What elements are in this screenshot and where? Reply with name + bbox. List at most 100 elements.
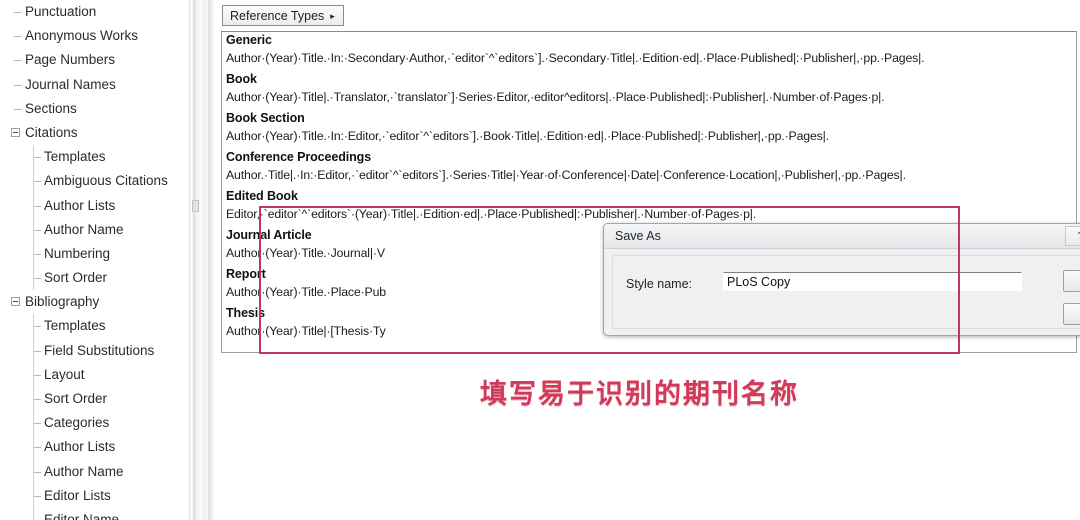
dialog-titlebar: Save As ? ✕	[604, 224, 1080, 249]
sidebar-item-citations[interactable]: Citations	[0, 121, 186, 145]
tree-branch-icon	[33, 253, 41, 255]
tree-branch-icon	[33, 423, 41, 425]
tree-branch-icon	[33, 205, 41, 207]
sidebar-item-author-lists[interactable]: Author Lists	[0, 435, 186, 460]
tree-branch-icon	[33, 229, 41, 231]
reference-types-label: Reference Types	[230, 9, 325, 23]
sidebar-item-label: Templates	[44, 318, 106, 334]
sidebar-item-label: Author Lists	[44, 439, 116, 455]
sidebar-item-author-name[interactable]: Author Name	[0, 459, 186, 484]
sidebar-item-sections[interactable]: Sections	[0, 97, 186, 121]
sidebar-item-label: Author Lists	[44, 197, 116, 213]
main-pane: Reference Types ▸ Generic Author·(Year)·Ti…	[218, 0, 1080, 520]
sidebar-item-sort-order[interactable]: Sort Order	[0, 266, 186, 291]
toolbar: Reference Types ▸	[222, 5, 344, 26]
template-entry[interactable]: Book Section Author·(Year)·Title.·In:·Edi…	[222, 110, 1076, 145]
sidebar-item-label: Author Name	[44, 463, 124, 479]
tree-guide-line	[33, 507, 34, 520]
dialog-title: Save As	[615, 229, 661, 243]
tree-guide-line	[33, 362, 34, 387]
sidebar-item-field-substitutions[interactable]: Field Substitutions	[0, 338, 186, 363]
chevron-right-icon: ▸	[330, 11, 335, 21]
template-entry[interactable]: Book Author·(Year)·Title|.·Translator,·`t…	[222, 71, 1076, 106]
template-name: Conference Proceedings	[226, 150, 372, 164]
tree-guide-line	[33, 338, 34, 363]
sidebar-splitter-scrollbar[interactable]	[186, 0, 218, 520]
tree-branch-icon	[33, 374, 41, 376]
tree-guide-line	[33, 217, 34, 242]
template-definition: Editor,·`editor`^`editors`·(Year)·Title|…	[226, 207, 757, 221]
sidebar-item-ambiguous-citations[interactable]: Ambiguous Citations	[0, 169, 186, 194]
style-name-label: Style name:	[626, 277, 693, 291]
sidebar-item-journal-names[interactable]: Journal Names	[0, 73, 186, 97]
tree-branch-icon	[33, 157, 41, 159]
template-definition: Author.·Title|.·In:·Editor,·`editor`^`ed…	[226, 168, 906, 182]
dialog-body: Style name: Save Cancel	[604, 249, 1080, 337]
sidebar-item-page-numbers[interactable]: Page Numbers	[0, 48, 186, 72]
template-definition: Author·(Year)·Title.·In:·Secondary·Autho…	[226, 51, 925, 65]
tree-branch-icon	[33, 181, 41, 183]
cancel-button[interactable]: Cancel	[1063, 303, 1080, 325]
template-name: Book	[226, 72, 257, 86]
sidebar-item-layout[interactable]: Layout	[0, 362, 186, 387]
settings-tree-sidebar[interactable]: Punctuation Anonymous Works Page Numbers Jo…	[0, 0, 186, 520]
sidebar-item-label: Editor Lists	[44, 487, 111, 503]
template-definition: Author·(Year)·Title|.·Translator,·`trans…	[226, 90, 885, 104]
sidebar-item-anonymous-works[interactable]: Anonymous Works	[0, 24, 186, 48]
sidebar-item-bibliography[interactable]: Bibliography	[0, 290, 186, 314]
scrollbar-thumb[interactable]	[192, 200, 199, 212]
save-button[interactable]: Save	[1063, 270, 1080, 292]
tree-guide-line	[33, 411, 34, 436]
tree-guide-line	[33, 145, 34, 170]
template-entry[interactable]: Generic Author·(Year)·Title.·In:·Secondar…	[222, 32, 1076, 67]
template-definition: Author·(Year)·Title.·In:·Editor,·`editor…	[226, 129, 829, 143]
sidebar-item-label: Categories	[44, 415, 110, 431]
sidebar-item-author-name[interactable]: Author Name	[0, 217, 186, 242]
sidebar-item-templates[interactable]: Templates	[0, 145, 186, 170]
tree-collapse-icon[interactable]	[11, 127, 20, 137]
sidebar-item-editor-lists[interactable]: Editor Lists	[0, 483, 186, 508]
reference-types-button[interactable]: Reference Types ▸	[222, 5, 344, 26]
sidebar-item-label: Citations	[25, 124, 78, 140]
sidebar-item-label: Templates	[44, 149, 106, 165]
sidebar-item-label: Author Name	[44, 221, 124, 237]
tree-guide-line	[33, 459, 34, 484]
sidebar-item-punctuation[interactable]: Punctuation	[0, 0, 186, 24]
help-icon[interactable]: ?	[1065, 226, 1080, 246]
tree-branch-icon	[14, 12, 22, 13]
sidebar-item-label: Anonymous Works	[25, 28, 139, 44]
template-name: Generic	[226, 33, 272, 47]
tree-branch-icon	[14, 60, 22, 62]
sidebar-item-label: Layout	[44, 366, 85, 382]
tree-guide-line	[33, 266, 34, 291]
tree-branch-icon	[33, 326, 41, 328]
sidebar-item-label: Punctuation	[25, 4, 97, 19]
template-name: Edited Book	[226, 189, 298, 203]
tree-guide-line	[33, 387, 34, 412]
tree-collapse-icon[interactable]	[11, 297, 20, 307]
tree-branch-icon	[33, 471, 41, 473]
tree-guide-line	[33, 483, 34, 508]
tree-branch-icon	[14, 36, 22, 38]
tree-guide-line	[33, 314, 34, 339]
template-entry[interactable]: Conference Proceedings Author.·Title|.·In…	[222, 149, 1076, 184]
sidebar-item-label: Page Numbers	[25, 52, 116, 68]
sidebar-item-categories[interactable]: Categories	[0, 411, 186, 436]
tree-branch-icon	[14, 108, 22, 110]
tree-branch-icon	[33, 350, 41, 352]
tree-guide-line	[33, 193, 34, 218]
sidebar-item-label: Sort Order	[44, 270, 108, 286]
tree-branch-icon	[33, 495, 41, 497]
sidebar-item-editor-name[interactable]: Editor Name	[0, 507, 186, 520]
style-name-input[interactable]	[723, 272, 1022, 291]
template-entry[interactable]: Edited Book Editor,·`editor`^`editors`·(Y…	[222, 188, 1076, 223]
sidebar-item-sort-order[interactable]: Sort Order	[0, 387, 186, 412]
sidebar-item-label: Sections	[25, 100, 77, 116]
save-as-dialog: Save As ? ✕ Style name: Save Cancel	[603, 223, 1080, 336]
sidebar-item-author-lists[interactable]: Author Lists	[0, 193, 186, 218]
sidebar-item-label: Bibliography	[25, 294, 100, 310]
sidebar-item-label: Editor Name	[44, 511, 120, 520]
tree-guide-line	[33, 169, 34, 194]
sidebar-item-numbering[interactable]: Numbering	[0, 241, 186, 267]
sidebar-item-templates[interactable]: Templates	[0, 314, 186, 339]
